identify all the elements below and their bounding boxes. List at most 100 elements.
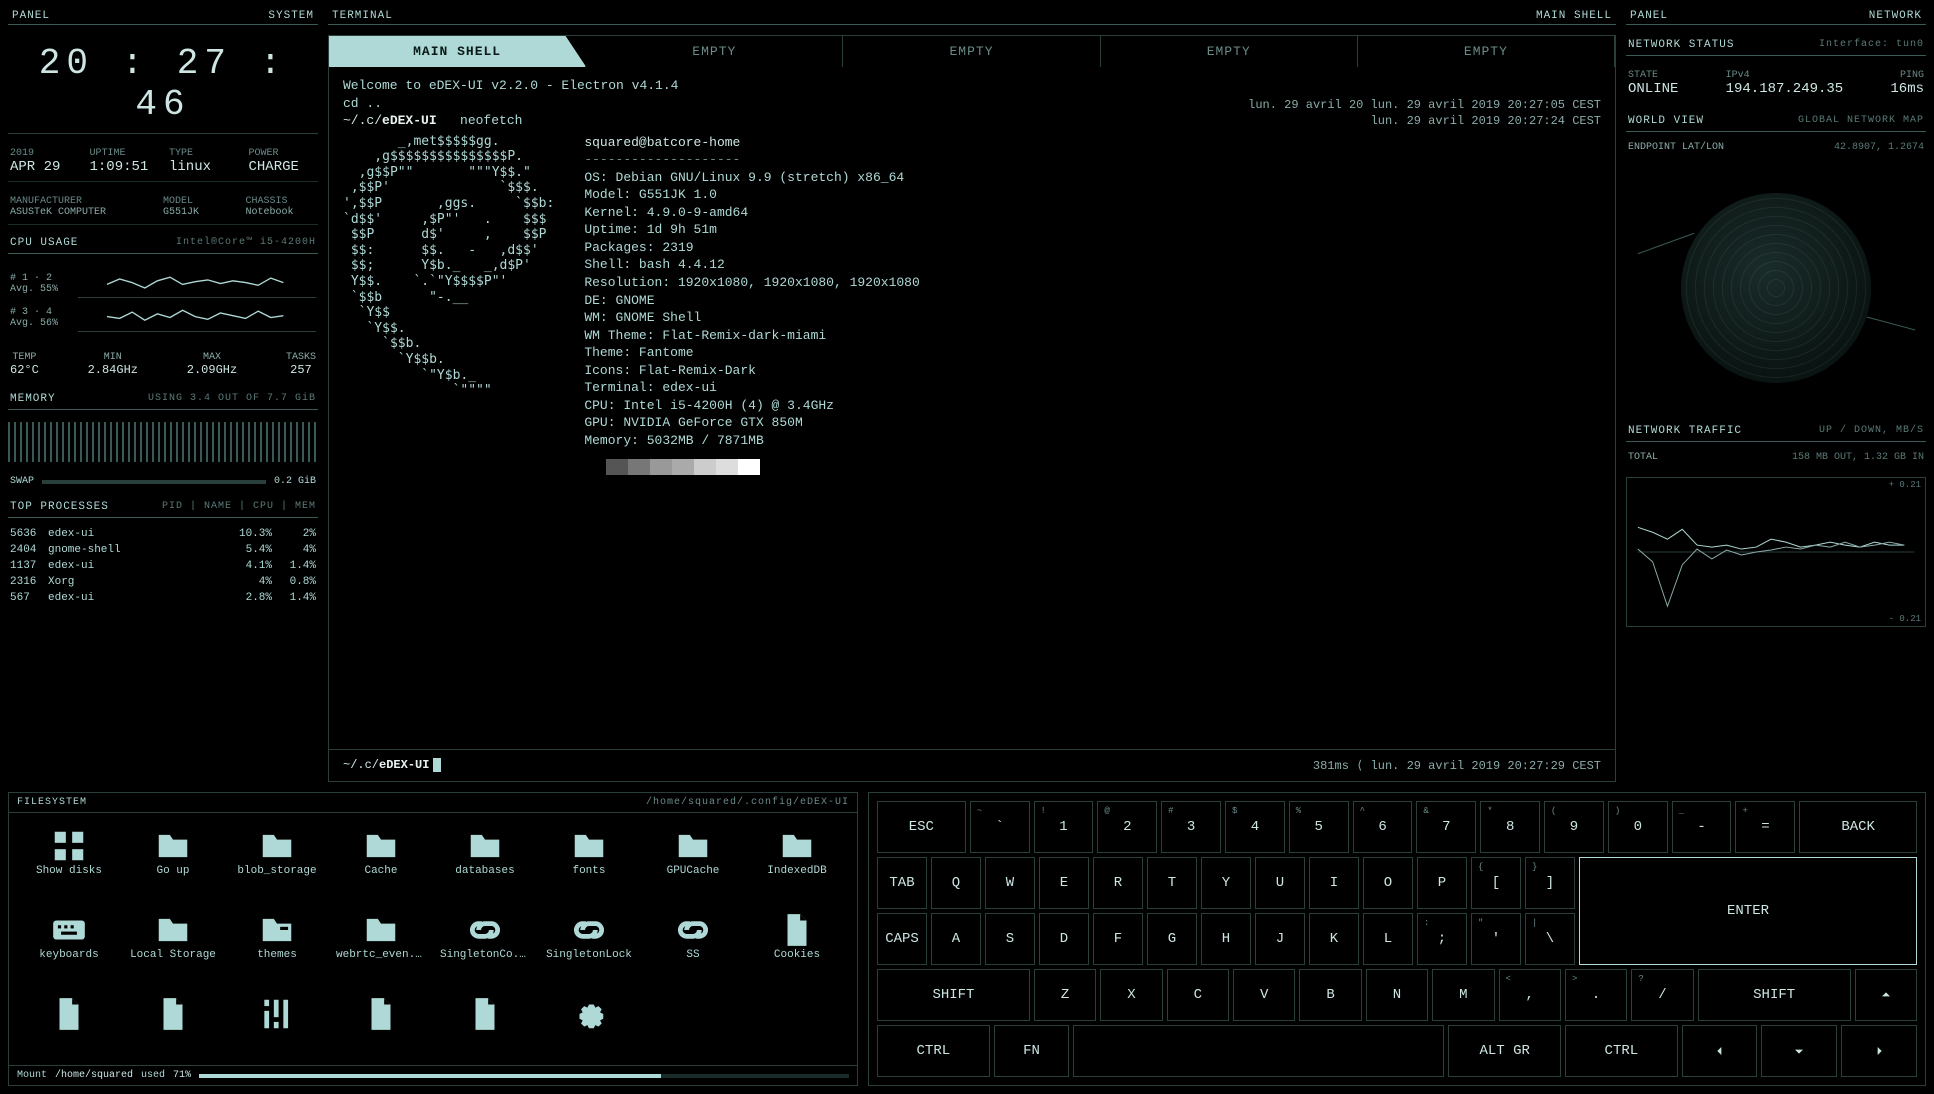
file-icon xyxy=(154,995,192,1027)
fs-item-cache[interactable]: Cache xyxy=(335,827,427,895)
key-m[interactable]: M xyxy=(1432,969,1494,1021)
key-7[interactable]: &7 xyxy=(1416,801,1476,853)
key-back[interactable]: BACK xyxy=(1799,801,1917,853)
key-/[interactable]: ?/ xyxy=(1631,969,1693,1021)
fs-item-databases[interactable]: databases xyxy=(439,827,531,895)
fs-item-show-disks[interactable]: Show disks xyxy=(23,827,115,895)
key-space[interactable] xyxy=(1073,1025,1444,1077)
fs-item-webrtc-even-[interactable]: webrtc_even... xyxy=(335,911,427,979)
key-esc[interactable]: ESC xyxy=(877,801,966,853)
tab-empty[interactable]: EMPTY xyxy=(1101,36,1358,67)
key-arrow-right[interactable] xyxy=(1841,1025,1917,1077)
fs-item-blob-storage[interactable]: blob_storage xyxy=(231,827,323,895)
key-e[interactable]: E xyxy=(1039,857,1089,909)
key-\[interactable]: |\ xyxy=(1525,913,1575,965)
key--[interactable]: _- xyxy=(1672,801,1732,853)
fs-item-unnamed[interactable] xyxy=(439,995,531,1051)
key-8[interactable]: *8 xyxy=(1480,801,1540,853)
key-f[interactable]: F xyxy=(1093,913,1143,965)
fs-item-unnamed[interactable] xyxy=(231,995,323,1051)
fs-item-unnamed[interactable] xyxy=(127,995,219,1051)
key-h[interactable]: H xyxy=(1201,913,1251,965)
virtual-keyboard: ESC~`!1@2#3$4%5^6&7*8(9)0_-+=BACK TABQWE… xyxy=(868,792,1926,1086)
terminal[interactable]: MAIN SHELLEMPTYEMPTYEMPTYEMPTY Welcome t… xyxy=(328,35,1616,782)
process-row[interactable]: 567edex-ui2.8%1.4% xyxy=(8,590,318,606)
process-row[interactable]: 1137edex-ui4.1%1.4% xyxy=(8,558,318,574)
fs-item-themes[interactable]: themes xyxy=(231,911,323,979)
tab-empty[interactable]: EMPTY xyxy=(586,36,843,67)
fs-item-fonts[interactable]: fonts xyxy=(543,827,635,895)
key-`[interactable]: ~` xyxy=(970,801,1030,853)
key-t[interactable]: T xyxy=(1147,857,1197,909)
key-5[interactable]: %5 xyxy=(1289,801,1349,853)
key-1[interactable]: !1 xyxy=(1034,801,1094,853)
key-;[interactable]: :; xyxy=(1417,913,1467,965)
terminal-body[interactable]: Welcome to eDEX-UI v2.2.0 - Electron v4.… xyxy=(329,67,1615,749)
fs-item-unnamed[interactable] xyxy=(543,995,635,1051)
key-i[interactable]: I xyxy=(1309,857,1359,909)
key-n[interactable]: N xyxy=(1366,969,1428,1021)
key-tab[interactable]: TAB xyxy=(877,857,927,909)
key-=[interactable]: += xyxy=(1735,801,1795,853)
key-4[interactable]: $4 xyxy=(1225,801,1285,853)
process-row[interactable]: 5636edex-ui10.3%2% xyxy=(8,526,318,542)
tab-empty[interactable]: EMPTY xyxy=(1358,36,1615,67)
process-row[interactable]: 2404gnome-shell5.4%4% xyxy=(8,542,318,558)
fs-item-go-up[interactable]: Go up xyxy=(127,827,219,895)
key-enter[interactable]: ENTER xyxy=(1579,857,1917,965)
fs-item-local-storage[interactable]: Local Storage xyxy=(127,911,219,979)
key-p[interactable]: P xyxy=(1417,857,1467,909)
key-v[interactable]: V xyxy=(1233,969,1295,1021)
key-ctrl-right[interactable]: CTRL xyxy=(1565,1025,1678,1077)
fs-item-keyboards[interactable]: keyboards xyxy=(23,911,115,979)
fs-item-indexeddb[interactable]: IndexedDB xyxy=(751,827,843,895)
fs-item-singletonco-[interactable]: SingletonCo... xyxy=(439,911,531,979)
key-a[interactable]: A xyxy=(931,913,981,965)
key-c[interactable]: C xyxy=(1167,969,1229,1021)
key-d[interactable]: D xyxy=(1039,913,1089,965)
key-k[interactable]: K xyxy=(1309,913,1359,965)
key-ctrl[interactable]: CTRL xyxy=(877,1025,990,1077)
key-,[interactable]: <, xyxy=(1499,969,1561,1021)
key-g[interactable]: G xyxy=(1147,913,1197,965)
key-shift[interactable]: SHIFT xyxy=(877,969,1030,1021)
fs-item-singletonlock[interactable]: SingletonLock xyxy=(543,911,635,979)
key-shift[interactable]: SHIFT xyxy=(1698,969,1851,1021)
key-0[interactable]: )0 xyxy=(1608,801,1668,853)
key-3[interactable]: #3 xyxy=(1161,801,1221,853)
key-arrow-left[interactable] xyxy=(1682,1025,1758,1077)
fs-item-unnamed[interactable] xyxy=(335,995,427,1051)
key-l[interactable]: L xyxy=(1363,913,1413,965)
key-s[interactable]: S xyxy=(985,913,1035,965)
key-arrow-up[interactable] xyxy=(1855,969,1917,1021)
key-j[interactable]: J xyxy=(1255,913,1305,965)
key-q[interactable]: Q xyxy=(931,857,981,909)
key-.[interactable]: >. xyxy=(1565,969,1627,1021)
key-fn[interactable]: FN xyxy=(994,1025,1070,1077)
terminal-input-line[interactable]: ~/.c/eDEX-UI 381ms ⟨ lun. 29 avril 2019 … xyxy=(329,749,1615,781)
key-z[interactable]: Z xyxy=(1034,969,1096,1021)
fs-item-cookies[interactable]: Cookies xyxy=(751,911,843,979)
key-6[interactable]: ^6 xyxy=(1353,801,1413,853)
key-][interactable]: }] xyxy=(1525,857,1575,909)
key-9[interactable]: (9 xyxy=(1544,801,1604,853)
key-arrow-down[interactable] xyxy=(1761,1025,1837,1077)
key-x[interactable]: X xyxy=(1100,969,1162,1021)
tab-empty[interactable]: EMPTY xyxy=(843,36,1100,67)
process-row[interactable]: 2316Xorg4%0.8% xyxy=(8,574,318,590)
key-o[interactable]: O xyxy=(1363,857,1413,909)
key-'[interactable]: "' xyxy=(1471,913,1521,965)
fs-item-unnamed[interactable] xyxy=(23,995,115,1051)
fs-item-ss[interactable]: SS xyxy=(647,911,739,979)
key-caps[interactable]: CAPS xyxy=(877,913,927,965)
key-r[interactable]: R xyxy=(1093,857,1143,909)
key-b[interactable]: B xyxy=(1299,969,1361,1021)
fs-item-gpucache[interactable]: GPUCache xyxy=(647,827,739,895)
key-y[interactable]: Y xyxy=(1201,857,1251,909)
key-2[interactable]: @2 xyxy=(1097,801,1157,853)
key-altgr[interactable]: ALT GR xyxy=(1448,1025,1561,1077)
key-[[interactable]: {[ xyxy=(1471,857,1521,909)
key-w[interactable]: W xyxy=(985,857,1035,909)
tab-main-shell[interactable]: MAIN SHELL xyxy=(329,36,586,67)
key-u[interactable]: U xyxy=(1255,857,1305,909)
